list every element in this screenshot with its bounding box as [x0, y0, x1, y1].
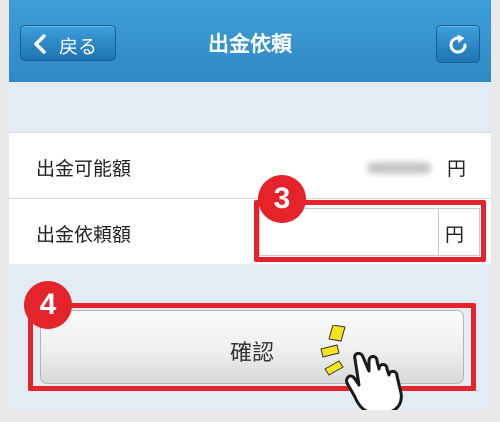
step4-badge: 4 [24, 281, 72, 329]
available-amount-value [367, 162, 431, 174]
available-amount-row: 出金可能額 円 [9, 132, 491, 198]
step3-badge: 3 [258, 175, 306, 223]
page-title: 出金依頼 [208, 32, 292, 56]
available-amount-unit: 円 [447, 158, 467, 180]
pointing-hand-icon [320, 325, 403, 410]
request-amount-label: 出金依頼額 [36, 224, 132, 246]
refresh-button[interactable] [436, 25, 480, 63]
app-screen: 戻る 出金依頼 出金可能額 円 出金依頼額 円 確認 3 4 [9, 0, 491, 410]
nav-header: 戻る 出金依頼 [9, 0, 491, 82]
spacer-band [9, 82, 491, 132]
available-amount-label: 出金可能額 [36, 158, 132, 180]
refresh-icon [449, 34, 467, 54]
